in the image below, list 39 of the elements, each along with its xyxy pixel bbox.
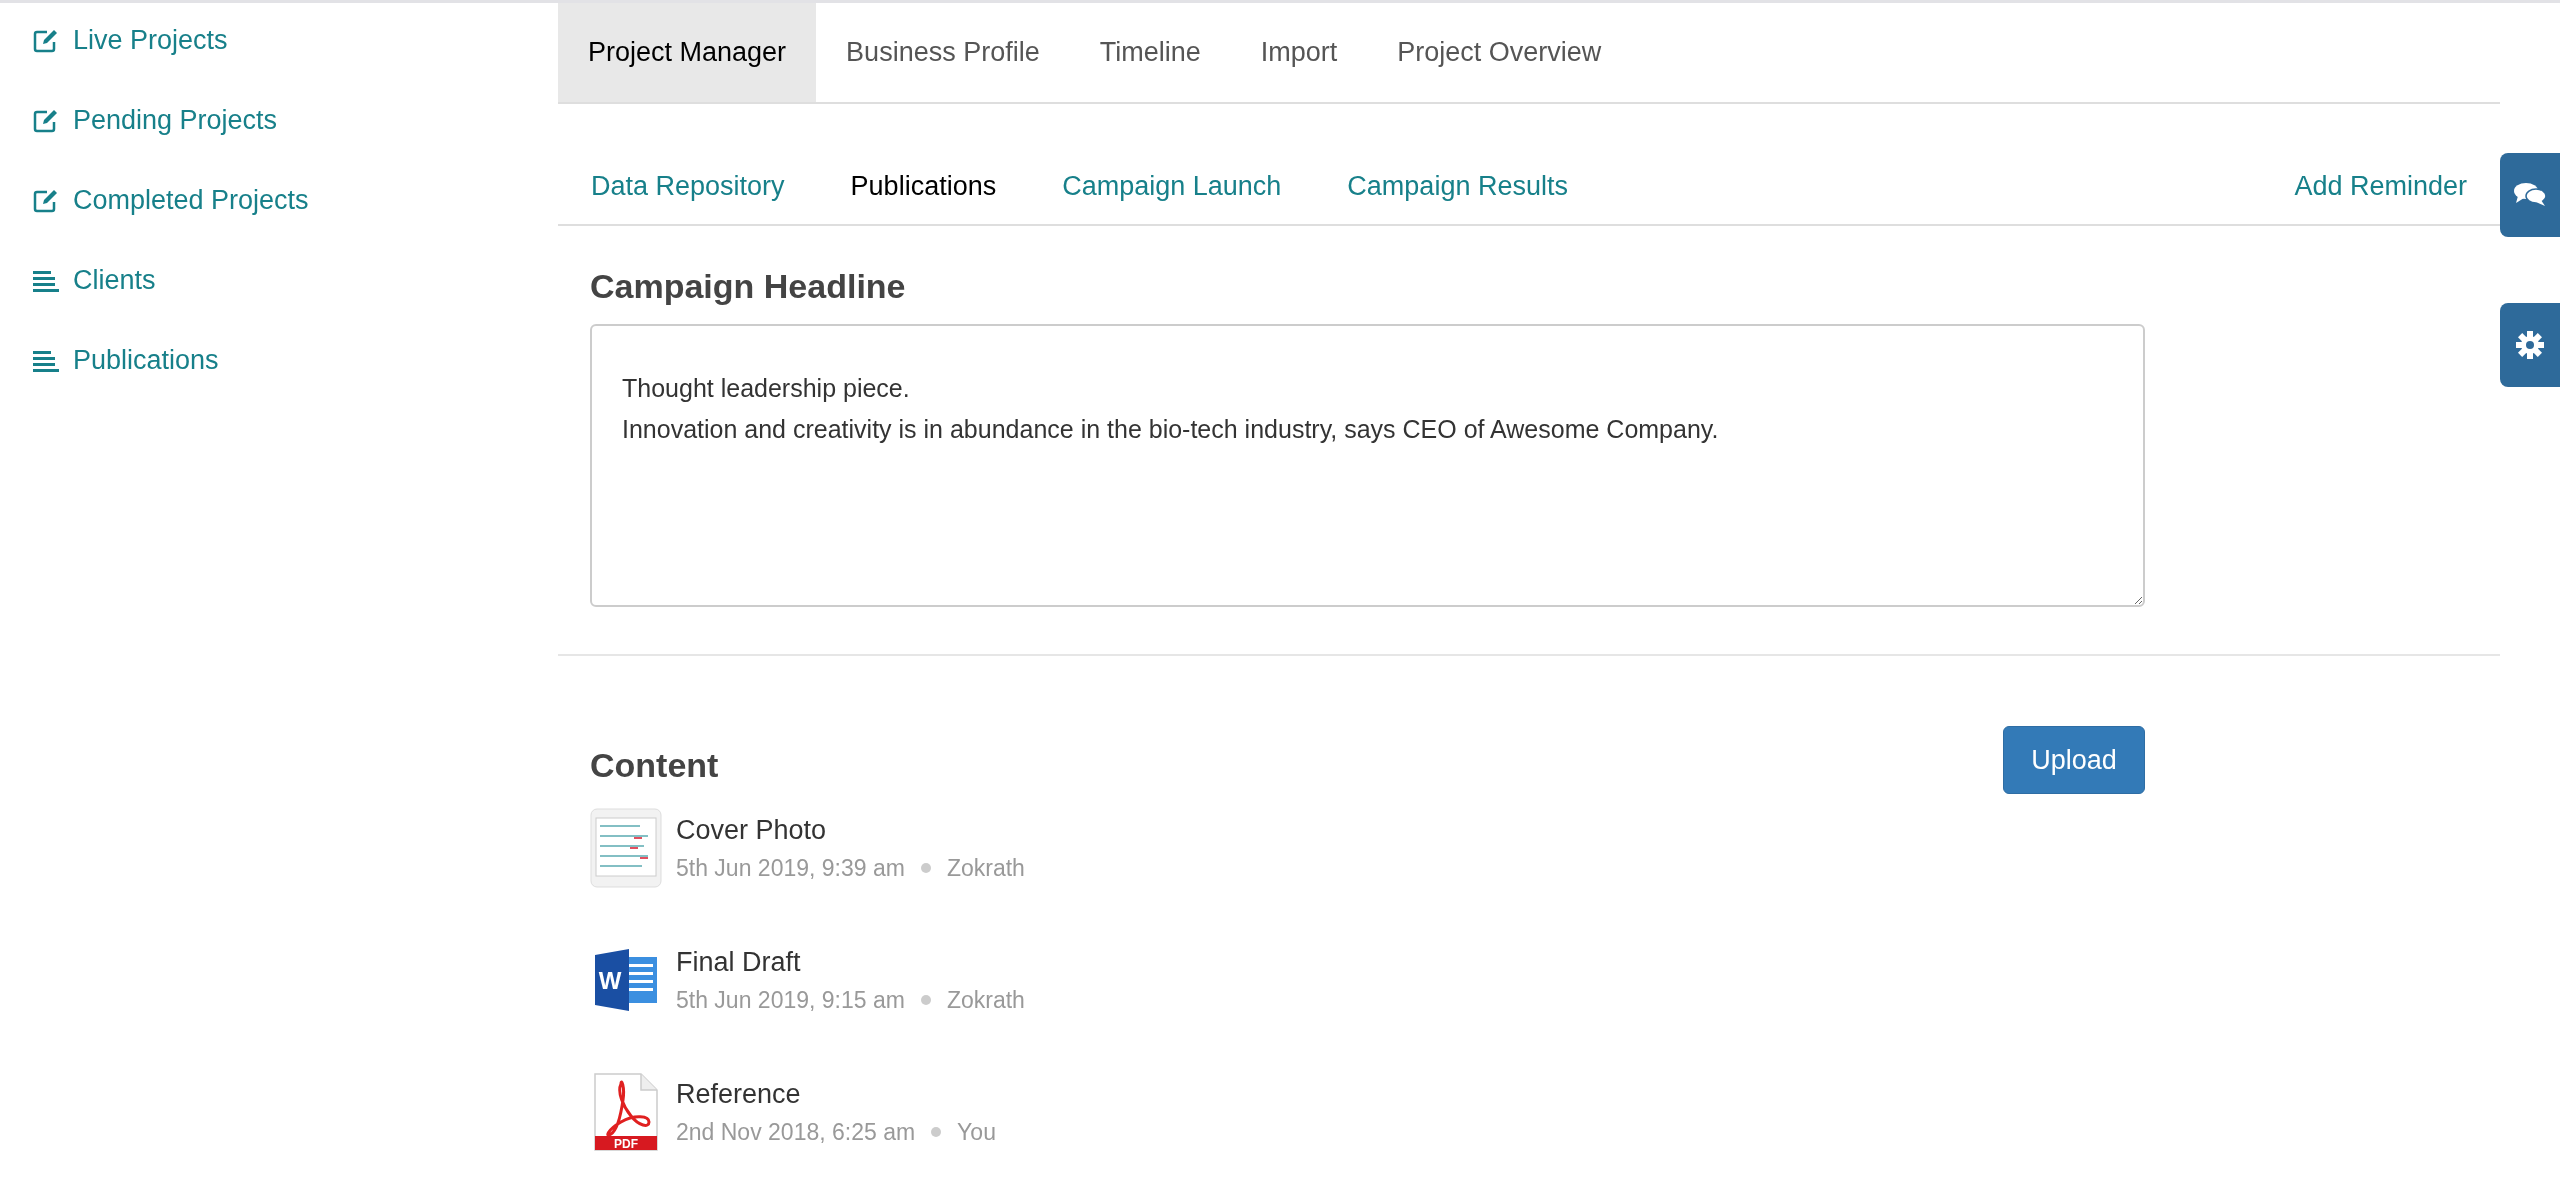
edit-icon [33, 188, 59, 213]
file-author: Zokrath [946, 986, 1025, 1015]
subtab[interactable]: Data Repository [591, 165, 785, 206]
tab[interactable]: Project Manager [558, 3, 817, 102]
document-thumbnail-icon [590, 808, 662, 888]
list-icon [33, 269, 59, 292]
file-name[interactable]: Final Draft [676, 944, 1025, 980]
file-author: Zokrath [946, 854, 1025, 883]
section-heading: Campaign Headline [590, 266, 907, 307]
tab[interactable]: Business Profile [816, 3, 1070, 102]
section-heading: Content [590, 744, 719, 786]
sidebar-item[interactable]: Clients [33, 263, 558, 298]
sidebar-item[interactable]: Publications [33, 343, 558, 378]
file-author: You [957, 1118, 996, 1147]
subtab[interactable]: Campaign Launch [1062, 165, 1282, 206]
file-name[interactable]: Reference [676, 1076, 996, 1112]
tab[interactable]: Timeline [1069, 3, 1231, 102]
settings-icon [2515, 330, 2545, 360]
file-name[interactable]: Cover Photo [676, 812, 1025, 848]
subtab[interactable]: Publications [850, 165, 997, 206]
sidebar-item[interactable]: Pending Projects [33, 103, 558, 138]
settings-button[interactable] [2500, 303, 2560, 387]
upload-button[interactable]: Upload [2003, 726, 2145, 794]
list-icon [33, 349, 59, 372]
headline-textarea[interactable]: Thought leadership piece. Innovation and creativity is in abundance in the bio-tech industry, says CEO of Awesome Company. [590, 324, 2145, 607]
edit-icon [33, 28, 59, 53]
chat-button[interactable] [2500, 153, 2560, 237]
file-date: 5th Jun 2019, 9:15 am [676, 986, 905, 1015]
sidebar-item[interactable]: Live Projects [33, 23, 558, 58]
file-date: 5th Jun 2019, 9:39 am [676, 854, 905, 883]
tab[interactable]: Project Overview [1367, 3, 1632, 102]
chat-icon [2513, 181, 2547, 209]
tab[interactable]: Import [1230, 3, 1368, 102]
file-date: 2nd Nov 2018, 6:25 am [676, 1118, 916, 1147]
subtab[interactable]: Campaign Results [1347, 165, 1568, 206]
sidebar-item[interactable]: Completed Projects [33, 183, 558, 218]
pdf-document-icon: PDF [593, 1072, 659, 1152]
add-reminder-link[interactable]: Add Reminder [2294, 165, 2467, 206]
edit-icon [33, 108, 59, 133]
